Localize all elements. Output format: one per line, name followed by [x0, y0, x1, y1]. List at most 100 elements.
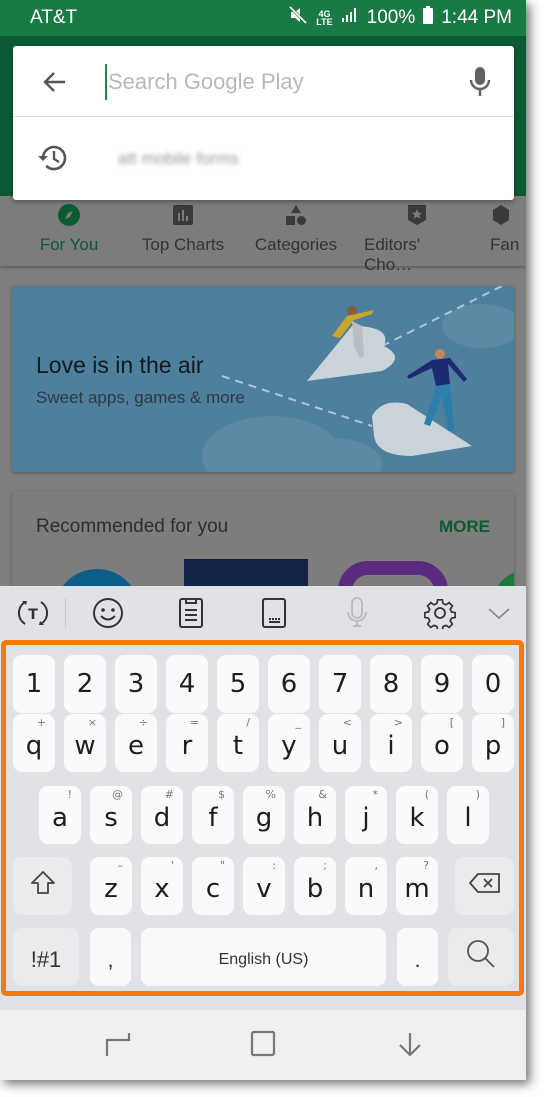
keyboard-size-icon[interactable]	[257, 596, 291, 630]
tab-label: Fan	[490, 235, 520, 254]
key-8[interactable]: 8	[370, 655, 412, 713]
key-label: English (US)	[218, 951, 309, 968]
key-label: t	[232, 731, 244, 761]
key-s[interactable]: @ s	[90, 786, 132, 844]
key-label: q	[25, 731, 43, 761]
key-7[interactable]: 7	[319, 655, 361, 713]
key-1[interactable]: 1	[13, 655, 55, 713]
key-label: 1	[25, 669, 43, 699]
back-arrow-icon[interactable]	[41, 68, 69, 96]
key-label: h	[306, 803, 324, 833]
key-hint: &	[318, 788, 327, 801]
key-hint: =	[189, 716, 199, 729]
key-m[interactable]: ? m	[396, 857, 438, 915]
emoji-icon[interactable]	[91, 596, 125, 630]
key-k[interactable]: (k	[396, 786, 438, 844]
svg-text:T: T	[28, 607, 38, 623]
key-b[interactable]: ; b	[294, 857, 336, 915]
key-9[interactable]: 9	[421, 655, 463, 713]
key-i[interactable]: > i	[370, 714, 412, 772]
key-a[interactable]: ! a	[39, 786, 81, 844]
recents-icon[interactable]	[103, 1030, 133, 1060]
search-history-item[interactable]: att mobile forms	[13, 118, 514, 200]
comma-key[interactable]: ,	[90, 928, 131, 986]
banner-title: Love is in the air	[36, 352, 204, 378]
search-icon	[466, 939, 496, 976]
key-label: r	[181, 731, 193, 761]
key-u[interactable]: < u	[319, 714, 361, 772]
key-label: 4	[178, 669, 196, 699]
key-w[interactable]: × w	[64, 714, 106, 772]
key-y[interactable]: _ y	[268, 714, 310, 772]
key-label: 6	[280, 669, 298, 699]
backspace-icon	[468, 871, 501, 901]
key-2[interactable]: 2	[64, 655, 106, 713]
shift-key[interactable]	[13, 857, 72, 915]
search-input[interactable]	[105, 64, 445, 100]
key-3[interactable]: 3	[115, 655, 157, 713]
voice-input-icon[interactable]	[340, 596, 374, 630]
symbols-key[interactable]: !#1	[13, 928, 79, 986]
key-d[interactable]: # d	[141, 786, 183, 844]
key-label: m	[404, 874, 430, 904]
key-z[interactable]: – z	[90, 857, 132, 915]
samsung-keyboard: T 1 2 3 4 5 6 7 8 9 0 + q × w ÷ e = r / t _ y < u > i[o] p! a @ s # d $	[0, 586, 526, 1009]
key-p[interactable]: ] p	[472, 714, 514, 772]
battery-level: 100%	[366, 7, 416, 28]
key-l[interactable]: ) l	[447, 786, 489, 844]
key-label: l	[464, 803, 472, 833]
space-key[interactable]: English (US)	[141, 928, 386, 986]
key-g[interactable]: % g	[243, 786, 285, 844]
clipboard-icon[interactable]	[174, 596, 208, 630]
key-label: z	[104, 874, 118, 904]
collapse-icon[interactable]	[482, 596, 516, 630]
key-n[interactable]: ,n	[345, 857, 387, 915]
key-0[interactable]: 0	[472, 655, 514, 713]
period-key[interactable]: .	[397, 928, 438, 986]
key-4[interactable]: 4	[166, 655, 208, 713]
key-r[interactable]: = r	[166, 714, 208, 772]
key-c[interactable]: " c	[192, 857, 234, 915]
key-f[interactable]: $ f	[192, 786, 234, 844]
promo-banner[interactable]: Love is in the air Sweet apps, games & m…	[12, 286, 514, 472]
microphone-icon[interactable]	[467, 66, 493, 98]
key-hint: [	[449, 716, 454, 729]
key-hint: $	[218, 788, 225, 801]
key-o[interactable]: [o	[421, 714, 463, 772]
tab-label: Top Charts	[141, 235, 225, 254]
settings-icon[interactable]	[423, 596, 457, 630]
tab-categories[interactable]: Categories	[228, 196, 364, 266]
key-5[interactable]: 5	[217, 655, 259, 713]
key-j[interactable]: * j	[345, 786, 387, 844]
tab-top-charts[interactable]: Top Charts	[138, 196, 228, 266]
key-h[interactable]: & h	[294, 786, 336, 844]
history-text: att mobile forms	[118, 149, 239, 168]
banner-subtitle: Sweet apps, games & more	[36, 388, 245, 407]
key-e[interactable]: ÷ e	[115, 714, 157, 772]
key-hint: ;	[323, 859, 327, 872]
back-icon[interactable]	[396, 1030, 426, 1060]
key-q[interactable]: + q	[13, 714, 55, 772]
key-v[interactable]: :v	[243, 857, 285, 915]
tab-family[interactable]: Fan	[470, 196, 526, 266]
home-icon[interactable]	[250, 1030, 280, 1060]
key-hint: –	[117, 859, 124, 872]
key-label: ,	[107, 947, 114, 972]
key-x[interactable]: ' x	[141, 857, 183, 915]
more-button[interactable]: MORE	[439, 517, 490, 537]
search-key[interactable]	[448, 928, 514, 986]
key-6[interactable]: 6	[268, 655, 310, 713]
key-label: b	[306, 874, 324, 904]
key-hint: ,	[374, 859, 379, 872]
key-t[interactable]: / t	[217, 714, 259, 772]
key-hint: %	[265, 788, 276, 801]
key-hint: <	[342, 716, 352, 729]
clock: 1:44 PM	[441, 7, 512, 28]
text-mode-icon[interactable]: T	[16, 596, 50, 630]
search-bar	[13, 46, 514, 117]
key-hint: :	[272, 859, 276, 872]
backspace-key[interactable]	[455, 857, 514, 915]
key-hint: ×	[87, 716, 97, 729]
tab-for-you[interactable]: For You	[0, 196, 138, 266]
tab-editors-choice[interactable]: Editors' Cho…	[364, 196, 470, 274]
